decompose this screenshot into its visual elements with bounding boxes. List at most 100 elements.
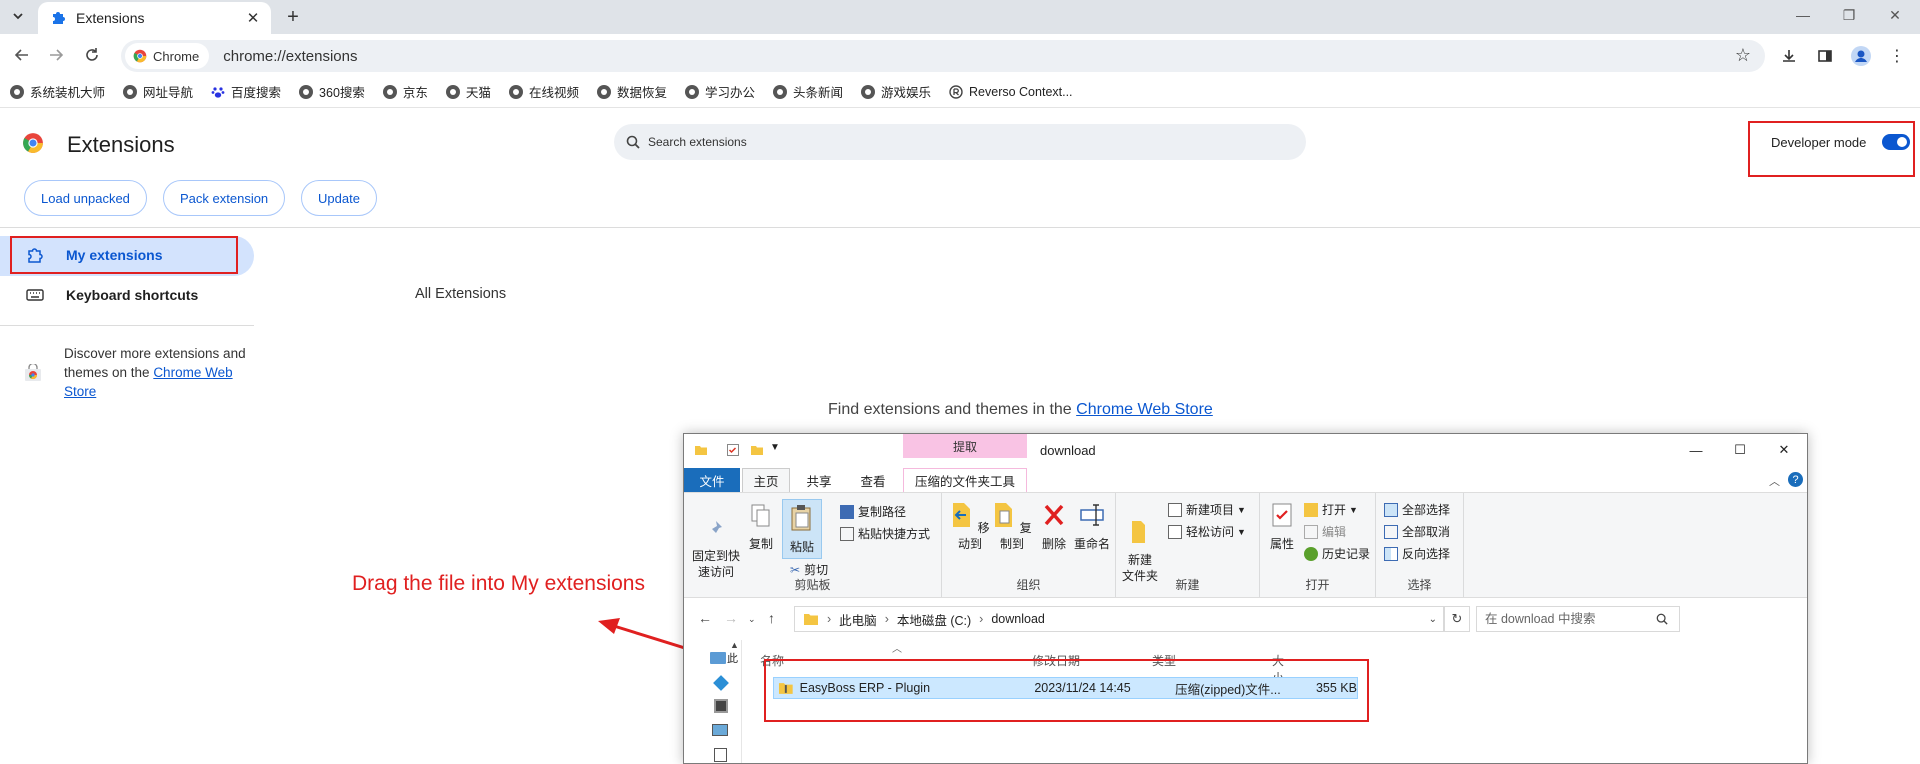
explorer-up-button[interactable]: ↑: [768, 610, 775, 626]
recent-locations-icon[interactable]: ⌄: [748, 614, 756, 625]
url-text[interactable]: chrome://extensions: [223, 48, 357, 65]
page-title: Extensions: [67, 132, 175, 157]
path-dropdown-icon[interactable]: ⌄: [1429, 614, 1437, 625]
3d-objects-icon[interactable]: [713, 675, 729, 691]
properties-icon[interactable]: [726, 443, 740, 457]
invert-selection-button[interactable]: 反向选择: [1384, 545, 1450, 562]
edit-icon: [1304, 524, 1318, 539]
edit-button[interactable]: 编辑: [1304, 523, 1346, 540]
tab-compressed-folder-tools[interactable]: 压缩的文件夹工具: [903, 468, 1027, 492]
search-icon: [1656, 613, 1668, 625]
history-button[interactable]: 历史记录: [1304, 545, 1370, 562]
tab-extensions[interactable]: Extensions ✕: [38, 2, 271, 34]
explorer-minimize-button[interactable]: —: [1676, 438, 1716, 462]
scroll-up-icon[interactable]: ▲: [730, 640, 739, 650]
bookmark-label: 网址导航: [143, 86, 194, 100]
window-minimize-button[interactable]: —: [1780, 0, 1826, 30]
window-restore-button[interactable]: ❐: [1826, 0, 1872, 30]
bookmark-item[interactable]: 系统装机大师: [10, 82, 105, 101]
bookmark-item[interactable]: 在线视频: [508, 82, 579, 101]
tab-home[interactable]: 主页: [742, 468, 790, 492]
quick-access-dropdown-icon[interactable]: ▼: [770, 442, 780, 453]
bookmark-item[interactable]: 京东: [382, 82, 428, 101]
tab-view[interactable]: 查看: [848, 468, 898, 492]
bookmark-item[interactable]: 数据恢复: [596, 82, 667, 101]
pictures-icon[interactable]: [712, 724, 728, 736]
bookmark-item[interactable]: 头条新闻: [772, 82, 843, 101]
side-panel-icon[interactable]: [1812, 43, 1838, 69]
explorer-forward-button[interactable]: →: [724, 610, 738, 626]
breadcrumb-this-pc[interactable]: 此电脑: [839, 610, 877, 629]
breadcrumb-download[interactable]: download: [991, 612, 1045, 626]
search-input[interactable]: [648, 135, 1248, 149]
reload-button[interactable]: [78, 41, 106, 69]
ribbon-collapse-icon[interactable]: ︿: [1769, 473, 1780, 489]
new-tab-button[interactable]: +: [280, 4, 306, 30]
copy-button[interactable]: 复制: [744, 503, 778, 552]
profile-avatar-icon[interactable]: [1848, 43, 1874, 69]
documents-icon[interactable]: [714, 748, 727, 762]
bookmark-item[interactable]: 游戏娱乐: [861, 82, 931, 101]
desktop-icon[interactable]: [710, 652, 726, 664]
explorer-refresh-button[interactable]: ↻: [1444, 606, 1470, 632]
select-all-button[interactable]: 全部选择: [1384, 501, 1450, 518]
bookmark-item[interactable]: 百度搜索: [211, 82, 281, 101]
tab-close-button[interactable]: ✕: [241, 6, 265, 30]
search-extensions-box[interactable]: [614, 124, 1306, 160]
bookmark-item[interactable]: 360搜索: [299, 82, 365, 101]
bookmark-item[interactable]: 网址导航: [123, 82, 193, 101]
explorer-title: download: [1040, 443, 1096, 458]
explorer-search-input[interactable]: [1485, 612, 1650, 626]
new-item-button[interactable]: 新建项目 ▼: [1168, 501, 1246, 518]
window-close-button[interactable]: ✕: [1872, 0, 1918, 30]
explorer-close-button[interactable]: ✕: [1764, 438, 1804, 462]
move-to-button[interactable]: 移动到: [950, 501, 990, 552]
bookmark-item[interactable]: Reverso Context...: [949, 85, 1073, 99]
ribbon-group-label: 打开: [1305, 578, 1330, 592]
back-button[interactable]: [8, 41, 36, 69]
download-icon[interactable]: [1776, 43, 1802, 69]
copy-path-button[interactable]: 复制路径: [840, 503, 906, 520]
more-menu-icon[interactable]: ⋮: [1884, 43, 1910, 69]
select-none-button[interactable]: 全部取消: [1384, 523, 1450, 540]
tab-share[interactable]: 共享: [794, 468, 844, 492]
easy-access-button[interactable]: 轻松访问 ▼: [1168, 523, 1246, 540]
videos-icon[interactable]: [714, 699, 728, 713]
breadcrumb-local-disk[interactable]: 本地磁盘 (C:): [897, 610, 971, 629]
tab-search-button[interactable]: [7, 5, 29, 27]
developer-mode-toggle[interactable]: [1882, 134, 1910, 150]
explorer-search-box[interactable]: [1476, 606, 1680, 632]
extract-tools-tab[interactable]: 提取: [903, 434, 1027, 458]
new-folder-icon[interactable]: [750, 443, 764, 457]
button-label: 属性: [1269, 537, 1294, 551]
pin-quick-access-button[interactable]: 固定到快 速访问: [690, 503, 742, 580]
open-button[interactable]: 打开 ▼: [1304, 501, 1358, 518]
site-info-chip[interactable]: Chrome: [125, 43, 210, 69]
button-label: 重命名: [1073, 537, 1110, 551]
new-folder-button[interactable]: 新建 文件夹: [1122, 501, 1158, 584]
rename-button[interactable]: 重命名: [1072, 501, 1112, 552]
bookmark-item[interactable]: 天猫: [445, 82, 491, 101]
ribbon-group-organize: 移动到 复制到 删除 重命名 组织: [942, 493, 1116, 597]
explorer-maximize-button[interactable]: ☐: [1720, 438, 1760, 462]
sidebar-item-keyboard-shortcuts[interactable]: Keyboard shortcuts: [26, 287, 198, 303]
paste-shortcut-button[interactable]: 粘贴快捷方式: [840, 525, 930, 542]
explorer-back-button[interactable]: ←: [698, 610, 712, 626]
properties-button[interactable]: 属性: [1266, 501, 1298, 552]
copy-to-button[interactable]: 复制到: [992, 501, 1032, 552]
address-bar[interactable]: Chrome chrome://extensions ☆: [121, 40, 1765, 72]
pack-extension-button[interactable]: Pack extension: [163, 180, 286, 216]
explorer-path-bar[interactable]: › 此电脑 › 本地磁盘 (C:) › download ⌄: [794, 606, 1444, 632]
tab-file[interactable]: 文件: [684, 468, 740, 492]
paste-button[interactable]: 粘贴: [782, 499, 822, 559]
forward-button[interactable]: [42, 41, 70, 69]
delete-button[interactable]: 删除: [1038, 501, 1070, 552]
copy-icon: [751, 504, 770, 527]
ribbon: 固定到快 速访问 复制 粘贴 复制路径 粘贴快捷方式 ✂ 剪切 剪贴板 移动到 …: [684, 492, 1807, 598]
bookmark-item[interactable]: 学习办公: [684, 82, 755, 101]
bookmark-star-icon[interactable]: ☆: [1735, 45, 1751, 66]
update-button[interactable]: Update: [301, 180, 377, 216]
help-icon[interactable]: ?: [1788, 472, 1803, 487]
chrome-web-store-link[interactable]: Chrome Web Store: [1076, 401, 1213, 418]
load-unpacked-button[interactable]: Load unpacked: [24, 180, 147, 216]
